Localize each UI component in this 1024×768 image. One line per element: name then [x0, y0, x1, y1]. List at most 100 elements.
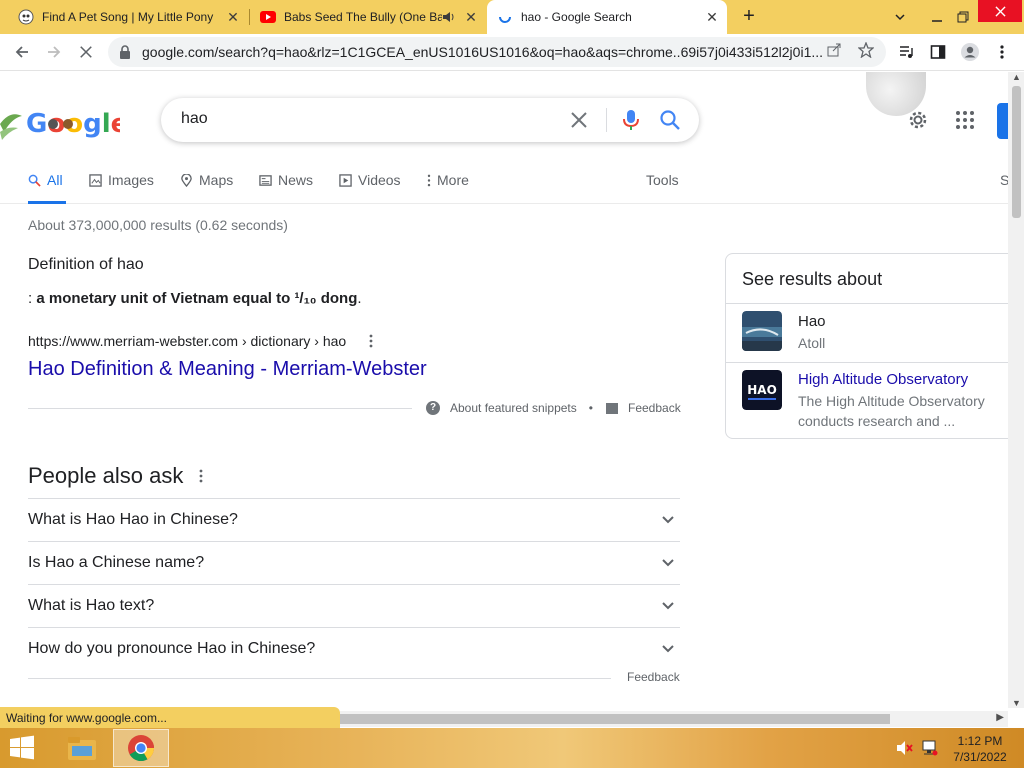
search-icon[interactable]	[659, 109, 681, 131]
paa-kebab-icon[interactable]	[199, 469, 203, 483]
tab-videos[interactable]: Videos	[339, 168, 401, 204]
sign-in-button[interactable]	[997, 103, 1008, 139]
scroll-thumb[interactable]	[1012, 86, 1021, 218]
source-url[interactable]: https://www.merriam-webster.com › dictio…	[28, 333, 346, 349]
scroll-right-arrow-icon[interactable]: ▶	[996, 712, 1004, 723]
search-box[interactable]: hao	[161, 98, 699, 142]
search-divider	[606, 108, 607, 132]
chrome-taskbar-button[interactable]	[113, 729, 169, 767]
google-apps-grid-icon[interactable]	[953, 108, 977, 132]
hao-observatory-logo[interactable]: HAO	[742, 370, 782, 410]
tab-close-icon[interactable]: ✕	[462, 9, 480, 26]
file-explorer-taskbar-button[interactable]	[54, 729, 110, 767]
microphone-icon[interactable]	[621, 108, 641, 132]
map-pin-icon	[181, 174, 192, 187]
tab-title: Babs Seed The Bully (One Ba	[284, 10, 442, 24]
tools-button[interactable]: Tools	[646, 168, 679, 204]
news-icon	[259, 175, 272, 186]
kp-item-name[interactable]: High Altitude Observatory	[798, 371, 968, 388]
settings-gear-icon[interactable]	[906, 108, 930, 132]
url-text[interactable]: google.com/search?q=hao&rlz=1C1GCEA_enUS…	[142, 44, 822, 60]
loading-spinner-icon	[499, 16, 511, 23]
profile-avatar-icon[interactable]	[956, 38, 984, 66]
tab-label: Maps	[199, 172, 234, 188]
tab-search-chevron-icon[interactable]	[886, 0, 914, 34]
result-title-link[interactable]: Hao Definition & Meaning - Merriam-Webst…	[28, 358, 427, 381]
tab-maps[interactable]: Maps	[180, 168, 233, 204]
snippet-feedback[interactable]: Feedback	[606, 401, 681, 415]
paa-question[interactable]: How do you pronounce Hao in Chinese?	[28, 627, 680, 670]
share-icon[interactable]	[824, 42, 844, 62]
paa-question[interactable]: What is Hao text?	[28, 584, 680, 627]
tab-hao-google-search[interactable]: hao - Google Search ✕	[487, 0, 727, 34]
windows-start-icon[interactable]	[6, 734, 38, 762]
chrome-icon	[128, 735, 155, 762]
video-icon	[339, 174, 352, 187]
restore-button[interactable]	[952, 0, 974, 34]
bookmark-star-icon[interactable]	[856, 41, 876, 62]
people-also-ask-list: What is Hao Hao in Chinese? Is Hao a Chi…	[28, 498, 680, 670]
definition-text: a monetary unit of Vietnam equal to ¹/₁₀…	[36, 290, 358, 307]
tab-close-icon[interactable]: ✕	[703, 9, 721, 26]
feedback-flag-icon	[606, 402, 618, 414]
feedback-label: Feedback	[628, 401, 681, 415]
tab-label: More	[437, 172, 469, 188]
kp-item-sub: The High Altitude Observatory conducts r…	[798, 393, 985, 429]
media-controls-icon[interactable]	[892, 38, 920, 66]
definition-colon: :	[28, 290, 33, 307]
scroll-thumb[interactable]	[340, 714, 890, 724]
clock-time: 1:12 PM	[957, 734, 1003, 748]
tab-find-a-pet-song[interactable]: Find A Pet Song | My Little Pony ✕	[8, 0, 248, 34]
paa-question-text: What is Hao Hao in Chinese?	[28, 511, 238, 528]
vertical-scrollbar[interactable]: ▲ ▼	[1008, 72, 1024, 708]
forward-arrow-icon[interactable]	[40, 38, 68, 66]
people-also-ask-title: People also ask	[28, 463, 184, 488]
address-bar[interactable]: google.com/search?q=hao&rlz=1C1GCEA_enUS…	[108, 37, 886, 67]
image-icon	[89, 174, 102, 187]
result-stats: About 373,000,000 results (0.62 seconds)	[28, 217, 288, 233]
lock-icon[interactable]	[118, 44, 132, 60]
network-icon[interactable]	[921, 740, 939, 756]
chrome-menu-kebab-icon[interactable]	[988, 38, 1016, 66]
search-input[interactable]: hao	[181, 110, 208, 128]
tab-close-icon[interactable]: ✕	[224, 9, 242, 26]
tab-more[interactable]: More	[427, 168, 469, 204]
result-menu-kebab-icon[interactable]	[369, 334, 373, 348]
stop-loading-icon[interactable]	[72, 38, 100, 66]
paa-divider	[28, 678, 611, 679]
paa-question-text: What is Hao text?	[28, 597, 155, 614]
safesearch-clipped[interactable]: S	[1000, 168, 1008, 204]
paa-question-text: Is Hao a Chinese name?	[28, 554, 205, 571]
tab-title: hao - Google Search	[521, 10, 632, 24]
horizontal-scrollbar[interactable]: ▶	[340, 711, 1008, 727]
chevron-down-icon	[662, 602, 674, 610]
tab-images[interactable]: Images	[89, 168, 154, 204]
kp-item-name[interactable]: Hao	[798, 313, 826, 330]
back-arrow-icon[interactable]	[8, 38, 36, 66]
scroll-up-arrow-icon[interactable]: ▲	[1012, 72, 1021, 82]
speaker-icon[interactable]	[442, 10, 456, 24]
side-panel-icon[interactable]	[924, 38, 952, 66]
paa-feedback-link[interactable]: Feedback	[627, 670, 680, 684]
paa-question[interactable]: What is Hao Hao in Chinese?	[28, 498, 680, 541]
google-doodle-logo[interactable]: Google	[0, 102, 120, 142]
search-icon	[28, 174, 41, 187]
help-question-icon: ?	[426, 401, 440, 415]
svg-text:HAO: HAO	[747, 383, 777, 397]
youtube-icon	[260, 11, 276, 23]
windows-taskbar: 1:12 PM 7/31/2022	[0, 728, 1024, 768]
tab-news[interactable]: News	[259, 168, 313, 204]
scroll-down-arrow-icon[interactable]: ▼	[1012, 698, 1021, 708]
panel-divider	[726, 362, 1008, 363]
new-tab-button[interactable]: +	[737, 5, 761, 29]
tab-all[interactable]: All	[28, 168, 66, 204]
tab-babs-seed[interactable]: Babs Seed The Bully (One Ba ✕	[250, 0, 486, 34]
volume-muted-icon[interactable]	[896, 740, 914, 756]
close-window-button[interactable]	[978, 0, 1022, 22]
paa-question[interactable]: Is Hao a Chinese name?	[28, 541, 680, 584]
hao-atoll-thumbnail[interactable]	[742, 311, 782, 351]
clear-search-icon[interactable]	[569, 110, 589, 130]
about-featured-snippets[interactable]: ? About featured snippets •	[426, 401, 605, 415]
taskbar-clock[interactable]: 1:12 PM 7/31/2022	[944, 733, 1016, 765]
minimize-button[interactable]	[920, 0, 954, 34]
